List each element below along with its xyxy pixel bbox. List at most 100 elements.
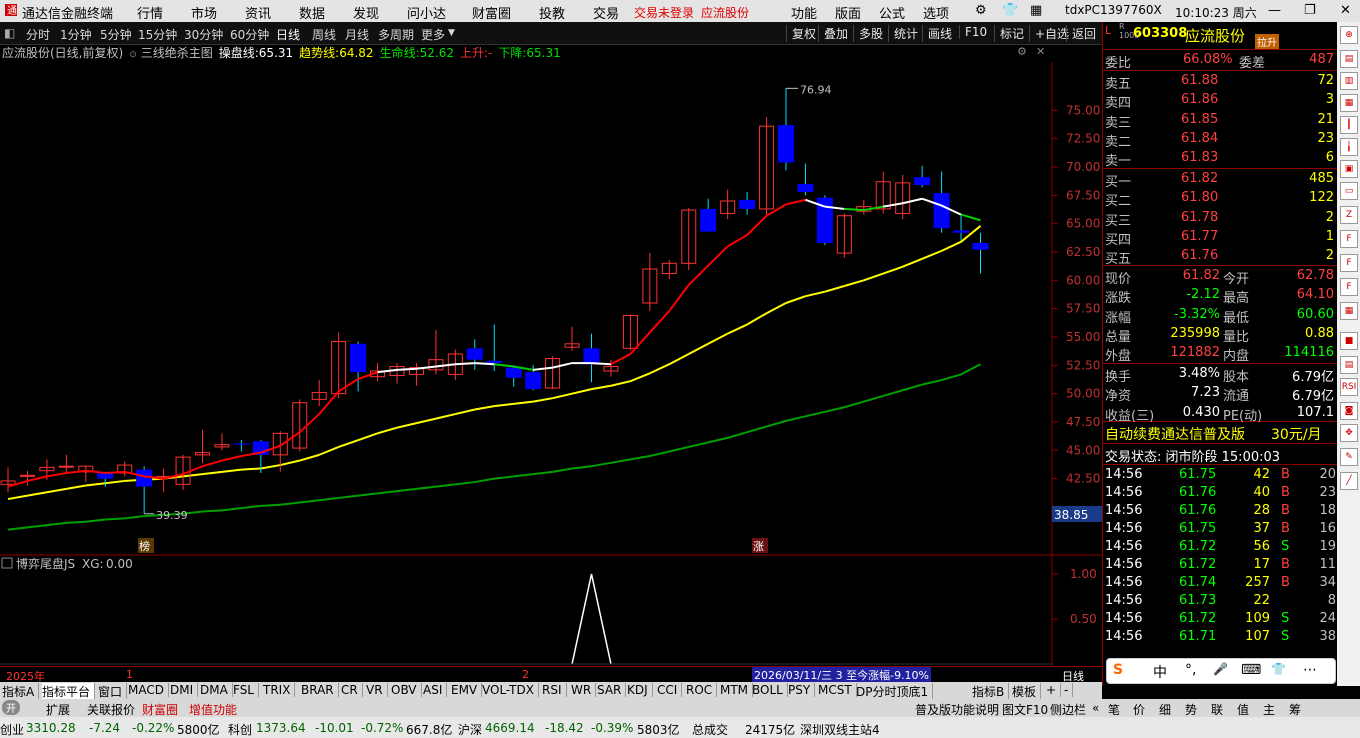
menu-item-formula[interactable]: 公式	[879, 3, 905, 22]
indicator-tab[interactable]: SAR	[597, 683, 627, 697]
add-watchlist-button[interactable]: +自选	[1029, 25, 1069, 42]
indicator-tab[interactable]: DMI	[170, 683, 199, 697]
keyboard-icon[interactable]: ⌨	[1241, 662, 1261, 678]
indicator-tab[interactable]: CR	[341, 683, 363, 697]
overlay-button[interactable]: 叠加	[818, 25, 848, 42]
move-icon[interactable]: ✥	[1340, 424, 1358, 442]
menu-item-ask[interactable]: 问小达	[407, 3, 446, 22]
grid-icon[interactable]: ▦	[1030, 3, 1042, 18]
more-icon[interactable]: ⋯	[1303, 662, 1317, 678]
menu-item-layout[interactable]: 版面	[835, 3, 861, 22]
formula-icon[interactable]: F	[1340, 254, 1358, 272]
settings-icon[interactable]: ⚙	[1017, 45, 1027, 58]
brush-icon[interactable]: ✎	[1340, 448, 1358, 466]
indicator-tab[interactable]: PSY	[788, 683, 816, 697]
tab-related-quotes[interactable]: 关联报价	[87, 701, 135, 718]
indicator-tab[interactable]: EMV	[451, 683, 483, 697]
tab-basic-guide[interactable]: 普及版功能说明	[915, 701, 999, 718]
indicator-tab[interactable]: TRIX	[263, 683, 296, 697]
tab-main[interactable]: 主	[1263, 701, 1275, 718]
period-weekly[interactable]: 周线	[312, 26, 336, 43]
close-icon[interactable]: ✕	[1340, 3, 1351, 18]
indicator-tab[interactable]: MCST	[818, 683, 857, 697]
indicator-tab[interactable]: VR	[366, 683, 388, 697]
back-button[interactable]: 返回	[1066, 25, 1096, 42]
indicator-tab[interactable]: ROC	[686, 683, 718, 697]
indicator-tab[interactable]: 指标A	[2, 683, 40, 700]
period-1min[interactable]: 1分钟	[60, 26, 92, 43]
period-5min[interactable]: 5分钟	[100, 26, 132, 43]
ime-logo-icon[interactable]: S	[1113, 662, 1123, 678]
ime-chinese[interactable]: 中	[1153, 662, 1167, 682]
chevron-left-icon[interactable]: «	[1092, 701, 1099, 715]
tab-sidebar[interactable]: 侧边栏	[1050, 701, 1086, 718]
tab-value-added[interactable]: 增值功能	[189, 701, 237, 718]
plus-circle-icon[interactable]: ⊕	[1340, 26, 1358, 44]
indicator-tab[interactable]: ASI	[423, 683, 448, 697]
indicator-tab[interactable]: FSL	[233, 683, 259, 697]
bid-row[interactable]: 买五 61.76 2	[1103, 247, 1338, 267]
ask-row[interactable]: 卖二 61.84 23	[1103, 130, 1338, 150]
indicator-tab[interactable]: VOL-TDX	[482, 683, 539, 697]
indicator-tab[interactable]: BRAR	[301, 683, 339, 697]
extension-toggle[interactable]: 开	[2, 700, 20, 715]
indicator-tab[interactable]: DP分时顶底1	[856, 683, 934, 700]
menu-item-options[interactable]: 选项	[923, 3, 949, 22]
chart-icon[interactable]: ▤	[1340, 50, 1358, 68]
tab-f10[interactable]: 图文F10	[1002, 701, 1048, 718]
candle-icon[interactable]: ┃	[1340, 116, 1358, 134]
ask-row[interactable]: 卖四 61.86 3	[1103, 91, 1338, 111]
period-multi[interactable]: 多周期	[378, 26, 414, 43]
tshirt-icon[interactable]: 👕	[1271, 662, 1286, 676]
restore-icon[interactable]: ❐	[1304, 3, 1316, 18]
stats-button[interactable]: 统计	[888, 25, 918, 42]
chart-icon[interactable]: ▥	[1340, 72, 1358, 90]
tab-detail[interactable]: 细	[1159, 701, 1171, 718]
period-more[interactable]: 更多	[421, 26, 445, 43]
tshirt-icon[interactable]: 👕	[1002, 3, 1018, 18]
kline-chart[interactable]: 75.00 72.50 70.00 67.50 65.00 62.50 60.00 57.50…	[0, 62, 1102, 682]
period-intraday[interactable]: 分时	[26, 26, 50, 43]
indicator-tab[interactable]: 窗口	[98, 683, 128, 700]
indicator-tab[interactable]: 模板	[1012, 683, 1042, 700]
close-icon[interactable]: ✕	[1036, 45, 1045, 58]
f10-button[interactable]: F10	[959, 25, 987, 39]
indicator-tab[interactable]: MACD	[128, 683, 169, 697]
tab-wealth-circle[interactable]: 财富圈	[142, 701, 178, 718]
ad-text[interactable]: 自动续费通达信普及版	[1105, 424, 1245, 444]
ask-row[interactable]: 卖三 61.85 21	[1103, 111, 1338, 131]
bid-row[interactable]: 买一 61.82 485	[1103, 170, 1338, 190]
period-monthly[interactable]: 月线	[345, 26, 369, 43]
idx2-name[interactable]: 科创	[228, 721, 252, 738]
tab-tick[interactable]: 笔	[1108, 701, 1120, 718]
minimize-icon[interactable]: —	[1268, 3, 1281, 18]
zoom-icon[interactable]: Z	[1340, 206, 1358, 224]
calendar-icon[interactable]: ▣	[1340, 160, 1358, 178]
period-15min[interactable]: 15分钟	[138, 26, 177, 43]
microphone-icon[interactable]: 🎤	[1213, 662, 1228, 676]
ad-price[interactable]: 30元/月	[1271, 424, 1322, 444]
tab-price[interactable]: 价	[1133, 701, 1145, 718]
indicator-tab[interactable]: RSI	[542, 683, 567, 697]
multi-stock-button[interactable]: 多股	[853, 25, 883, 42]
ad-row[interactable]: 自动续费通达信普及版 30元/月	[1103, 423, 1338, 444]
indicator-tab[interactable]: WR	[571, 683, 597, 697]
ime-toolbar[interactable]: S 中 °, 🎤 ⌨ 👕 ⋯	[1106, 658, 1336, 684]
period-daily[interactable]: 日线	[276, 26, 300, 43]
tab-value[interactable]: 值	[1237, 701, 1249, 718]
formula-name[interactable]: 三线绝杀主图	[141, 46, 213, 60]
indicator-tab[interactable]: KDJ	[627, 683, 653, 697]
indicator-tab[interactable]: -	[1064, 683, 1074, 697]
menu-item-discover[interactable]: 发现	[353, 3, 379, 22]
tab-link[interactable]: 联	[1211, 701, 1223, 718]
tab-extension[interactable]: 扩展	[46, 701, 70, 718]
chart-icon[interactable]: ▦	[1340, 94, 1358, 112]
database-icon[interactable]: ◙	[1340, 402, 1358, 420]
ime-punct-icon[interactable]: °,	[1185, 662, 1196, 678]
panel-toggle-icon[interactable]: ◧	[4, 26, 15, 40]
period-30min[interactable]: 30分钟	[184, 26, 223, 43]
grid-icon[interactable]: ▦	[1340, 302, 1358, 320]
idx1-name[interactable]: 创业	[0, 721, 24, 738]
period-60min[interactable]: 60分钟	[230, 26, 269, 43]
formula-icon[interactable]: F	[1340, 278, 1358, 296]
